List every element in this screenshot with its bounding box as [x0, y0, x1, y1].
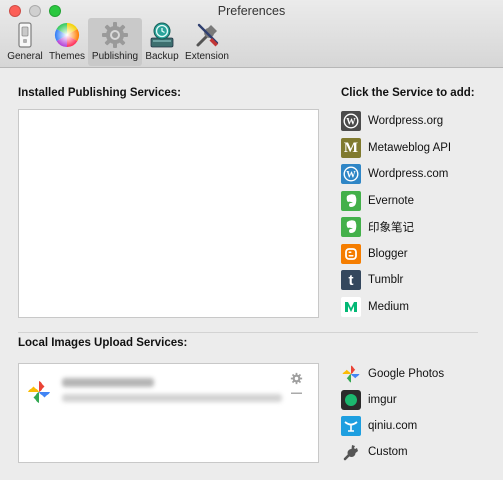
tab-extension-label: Extension [185, 51, 229, 62]
tab-backup-label: Backup [145, 51, 179, 62]
tab-general[interactable]: General [4, 18, 46, 66]
installed-account-row[interactable] [26, 371, 286, 415]
add-service-heading: Click the Service to add: [341, 87, 475, 99]
window-titlebar: Preferences General Themes Publishing Ba… [0, 0, 503, 68]
evernote-icon [341, 191, 361, 211]
tab-extension[interactable]: Extension [182, 18, 232, 66]
installed-publishing-heading: Installed Publishing Services: [18, 87, 181, 99]
image-upload-heading: Local Images Upload Services: [18, 337, 188, 349]
add-service-metaweblog[interactable]: M Metaweblog API [341, 137, 451, 159]
service-label: Tumblr [368, 274, 404, 286]
service-label: imgur [368, 394, 397, 406]
add-image-service-google-photos[interactable]: Google Photos [341, 363, 444, 385]
add-image-service-qiniu[interactable]: qiniu.com [341, 415, 417, 437]
tools-icon [196, 23, 219, 47]
service-label: Custom [368, 446, 408, 458]
tab-publishing[interactable]: Publishing [88, 18, 142, 66]
svg-text:W: W [346, 117, 356, 127]
section-divider [18, 332, 478, 333]
wordpress-icon: W [341, 111, 361, 131]
color-wheel-icon [54, 22, 80, 47]
add-service-tumblr[interactable]: t Tumblr [341, 269, 403, 291]
add-image-service-imgur[interactable]: imgur [341, 389, 397, 411]
redacted-account-name [62, 378, 154, 387]
wordpress-icon: W [341, 164, 361, 184]
google-photos-icon [341, 364, 361, 384]
general-switch-icon [18, 22, 32, 48]
window-title: Preferences [217, 4, 286, 18]
add-service-blogger[interactable]: Blogger [341, 243, 408, 265]
tab-general-label: General [7, 51, 43, 62]
svg-text:W: W [346, 170, 356, 180]
metaweblog-icon: M [341, 138, 361, 158]
add-service-wordpress-com[interactable]: W Wordpress.com [341, 163, 448, 185]
evernote-icon [341, 217, 361, 237]
service-label: qiniu.com [368, 420, 418, 432]
medium-icon [341, 297, 361, 317]
tab-themes[interactable]: Themes [46, 18, 88, 66]
service-label: Metaweblog API [368, 142, 452, 154]
wrench-icon [341, 442, 361, 462]
imgur-icon [341, 390, 361, 410]
blogger-icon [341, 244, 361, 264]
add-service-wordpress-org[interactable]: W Wordpress.org [341, 110, 443, 132]
tab-themes-label: Themes [48, 51, 86, 62]
time-machine-icon [150, 22, 174, 48]
tab-backup[interactable]: Backup [142, 18, 182, 66]
installed-publishing-list[interactable] [18, 109, 319, 318]
service-label: Blogger [368, 248, 408, 260]
redacted-account-detail [62, 394, 282, 402]
publishing-pane: Installed Publishing Services: Click the… [0, 69, 503, 480]
qiniu-icon [341, 416, 361, 436]
service-label: Wordpress.org [368, 115, 444, 127]
tumblr-icon: t [341, 270, 361, 290]
tab-publishing-label: Publishing [91, 51, 139, 62]
add-service-evernote[interactable]: Evernote [341, 190, 414, 212]
service-label: Medium [368, 301, 409, 313]
service-label: Evernote [368, 195, 415, 207]
gear-icon [102, 22, 128, 48]
add-image-service-custom[interactable]: Custom [341, 441, 408, 463]
service-label: 印象笔记 [368, 222, 414, 234]
remove-account-button[interactable]: — [291, 387, 302, 399]
add-service-medium[interactable]: Medium [341, 296, 409, 318]
preferences-toolbar: General Themes Publishing Backup Extensi… [4, 18, 232, 66]
account-settings-gear-icon[interactable] [290, 372, 303, 385]
service-label: Wordpress.com [368, 168, 449, 180]
service-label: Google Photos [368, 368, 445, 380]
google-photos-icon [28, 381, 50, 403]
add-service-yinxiang[interactable]: 印象笔记 [341, 216, 414, 238]
